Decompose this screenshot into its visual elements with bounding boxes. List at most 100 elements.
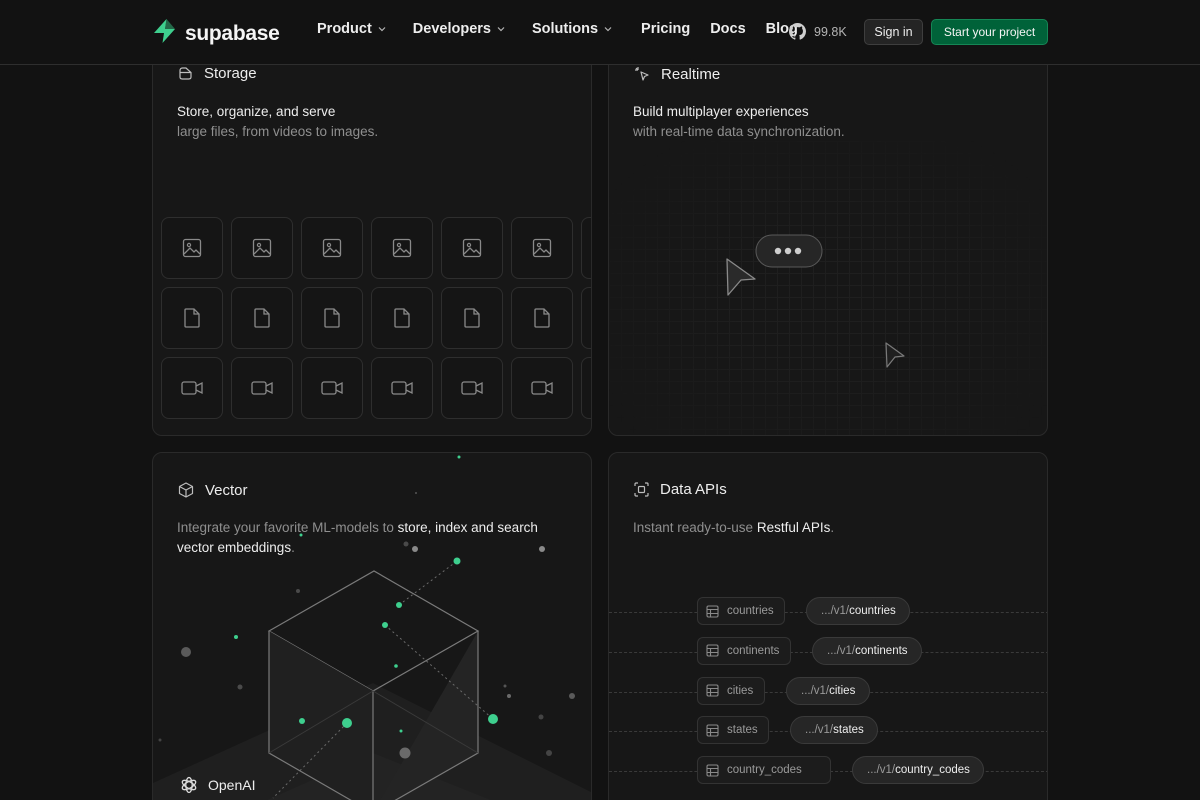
storage-file-tile <box>511 287 573 349</box>
apis-desc-c: . <box>830 520 835 535</box>
chevron-down-icon <box>378 27 386 32</box>
cursor-icon <box>885 342 905 368</box>
vector-card[interactable]: Vector Integrate your favorite ML-models… <box>152 452 592 800</box>
api-endpoint-row[interactable]: countries .../v1/countries <box>609 597 1047 627</box>
api-endpoint-prefix: .../v1/ <box>805 724 834 737</box>
storage-file-tile <box>511 357 573 419</box>
realtime-description: Build multiplayer experiences with real-… <box>633 102 845 142</box>
nav-product-label: Product <box>317 21 372 37</box>
sign-in-button[interactable]: Sign in <box>864 19 923 45</box>
document-file-icon <box>322 307 342 329</box>
apis-desc-a: Instant ready-to-use <box>633 520 757 535</box>
data-apis-description: Instant ready-to-use Restful APIs. <box>633 518 834 538</box>
api-endpoint-row[interactable]: continents .../v1/continents <box>609 636 1047 667</box>
image-file-icon <box>321 237 343 259</box>
table-icon <box>706 644 719 657</box>
storage-description: Store, organize, and serve large files, … <box>177 102 378 142</box>
start-project-button[interactable]: Start your project <box>931 19 1048 45</box>
storage-icon <box>179 67 192 80</box>
api-table-chip: countries <box>697 597 785 625</box>
image-file-icon <box>181 237 203 259</box>
api-endpoint-prefix: .../v1/ <box>827 644 856 657</box>
supabase-logo[interactable]: supabase <box>152 18 280 49</box>
chevron-down-icon <box>604 27 612 32</box>
video-file-icon <box>390 379 414 397</box>
nav-docs[interactable]: Docs <box>710 21 745 37</box>
vector-cube-illustration <box>153 455 591 800</box>
api-table-name: continents <box>727 644 780 657</box>
openai-provider: OpenAI <box>179 775 255 795</box>
nav-product[interactable]: Product <box>317 21 387 37</box>
storage-file-tile <box>161 287 223 349</box>
api-endpoint-prefix: .../v1/ <box>801 684 830 697</box>
realtime-icon <box>635 67 649 81</box>
api-endpoint-name: states <box>833 724 864 737</box>
image-file-icon <box>531 237 553 259</box>
api-endpoint-pill: .../v1/states <box>790 716 878 745</box>
api-endpoint-pill: .../v1/country_codes <box>852 756 984 784</box>
api-endpoint-name: cities <box>829 684 856 697</box>
github-stars-link[interactable]: 99.8K <box>789 23 847 40</box>
api-endpoint-pill: .../v1/cities <box>786 676 870 705</box>
storage-file-tile <box>371 217 433 279</box>
nav-solutions-label: Solutions <box>531 21 599 37</box>
api-table-chip: continents <box>697 636 791 665</box>
storage-file-tile <box>581 217 591 279</box>
cursor-icon <box>726 258 756 296</box>
storage-desc-line1: Store, organize, and serve <box>177 104 336 119</box>
table-icon <box>706 684 719 697</box>
data-apis-title: Data APIs <box>660 481 727 498</box>
nav-pricing[interactable]: Pricing <box>641 21 690 37</box>
github-stars-count: 99.8K <box>814 24 847 39</box>
storage-file-tile <box>441 357 503 419</box>
storage-file-tile <box>581 357 591 419</box>
typing-bubble-icon <box>755 234 823 268</box>
api-endpoint-name: continents <box>855 644 908 657</box>
storage-file-tile <box>371 287 433 349</box>
realtime-card[interactable]: Realtime Build multiplayer experiences w… <box>608 40 1048 436</box>
storage-file-tile <box>441 217 503 279</box>
storage-title: Storage <box>204 65 257 82</box>
storage-file-tile <box>161 357 223 419</box>
storage-card-header: Storage <box>177 65 257 82</box>
api-endpoint-prefix: .../v1/ <box>821 605 850 617</box>
document-file-icon <box>392 307 412 329</box>
api-endpoint-row[interactable]: country_codes .../v1/country_codes <box>609 756 1047 786</box>
data-apis-icon <box>634 482 649 497</box>
storage-file-tile <box>161 217 223 279</box>
video-file-icon <box>530 379 554 397</box>
image-file-icon <box>251 237 273 259</box>
storage-file-tile <box>301 357 363 419</box>
video-file-icon <box>180 379 204 397</box>
storage-desc-line2: large files, from videos to images. <box>177 124 379 139</box>
nav-developers[interactable]: Developers <box>413 21 506 37</box>
main-menu: Product Developers Solutions Pricing Doc… <box>317 21 798 37</box>
document-file-icon <box>462 307 482 329</box>
apis-desc-b: Restful APIs <box>756 520 831 535</box>
top-navbar: supabase Product Developers Solutions Pr… <box>0 0 1200 65</box>
brand-wordmark: supabase <box>185 21 280 45</box>
api-endpoint-row[interactable]: cities .../v1/cities <box>609 676 1047 707</box>
api-table-name: cities <box>727 684 754 697</box>
api-endpoint-pill: .../v1/continents <box>812 636 922 665</box>
storage-file-tile <box>301 217 363 279</box>
storage-card[interactable]: Storage Store, organize, and serve large… <box>152 40 592 436</box>
storage-file-tile <box>511 217 573 279</box>
document-file-icon <box>532 307 552 329</box>
api-table-name: countries <box>727 605 774 617</box>
api-table-chip: cities <box>697 676 765 705</box>
table-icon <box>706 604 719 618</box>
github-icon <box>789 23 806 40</box>
realtime-title: Realtime <box>661 65 721 83</box>
storage-file-tile <box>231 357 293 419</box>
api-endpoint-name: countries <box>849 605 896 617</box>
storage-file-tile <box>301 287 363 349</box>
storage-file-tile <box>231 287 293 349</box>
image-file-icon <box>461 237 483 259</box>
table-icon <box>706 724 719 737</box>
data-apis-card[interactable]: Data APIs Instant ready-to-use Restful A… <box>608 452 1048 800</box>
storage-file-tile <box>581 287 591 349</box>
api-endpoint-row[interactable]: states .../v1/states <box>609 716 1047 746</box>
nav-solutions[interactable]: Solutions <box>532 21 613 37</box>
openai-icon <box>181 776 197 794</box>
